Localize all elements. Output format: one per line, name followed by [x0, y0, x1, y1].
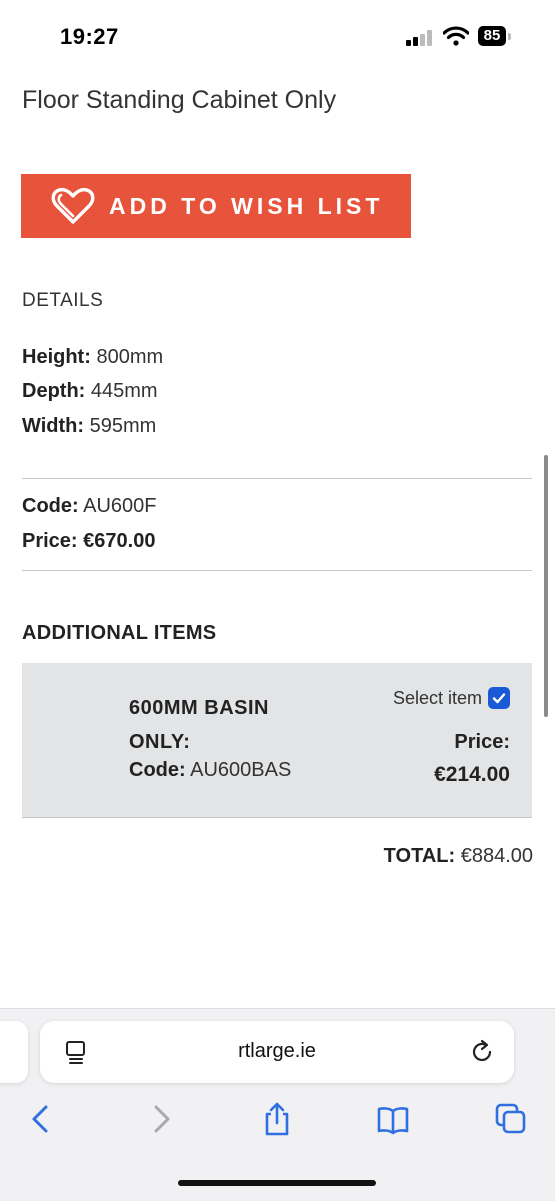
battery-level: 85	[478, 26, 506, 46]
spec-label: Depth:	[22, 380, 86, 402]
item-code-label: Code:	[129, 759, 186, 781]
tabs-icon[interactable]	[494, 1101, 528, 1137]
status-time: 19:27	[60, 24, 119, 49]
item-price: €214.00	[434, 763, 510, 786]
bookmarks-icon[interactable]	[376, 1101, 410, 1137]
code-label: Code:	[22, 495, 79, 517]
product-price: Price: €670.00	[22, 530, 155, 553]
additional-items-heading: ADDITIONAL ITEMS	[22, 622, 217, 644]
heart-icon	[51, 187, 95, 224]
total-label: TOTAL:	[383, 845, 456, 867]
details-heading: DETAILS	[22, 290, 104, 311]
checkmark-icon	[492, 693, 506, 704]
add-to-wishlist-button[interactable]: ADD TO WISH LIST	[21, 174, 411, 238]
item-code-value: AU600BAS	[190, 759, 292, 781]
item-price-label: Price:	[454, 731, 510, 753]
divider	[22, 478, 532, 479]
item-code: Code: AU600BAS	[129, 759, 291, 782]
total-value: €884.00	[460, 845, 533, 867]
address-bar[interactable]: rtlarge.ie	[40, 1021, 514, 1083]
product-code: Code: AU600F	[22, 495, 157, 518]
forward-icon[interactable]	[144, 1101, 178, 1137]
total: TOTAL: €884.00	[384, 845, 533, 868]
reload-icon[interactable]	[468, 1038, 496, 1066]
browser-toolbar: rtlarge.ie	[0, 1008, 555, 1201]
spec-value: 595mm	[89, 415, 157, 437]
select-item-checkbox[interactable]	[488, 687, 510, 709]
spec-label: Width:	[22, 415, 85, 437]
url-text: rtlarge.ie	[238, 1040, 316, 1062]
signal-icon	[406, 30, 434, 46]
divider	[22, 570, 532, 571]
spec-label: Height:	[22, 346, 91, 368]
select-item-label: Select item	[392, 687, 482, 708]
code-value: AU600F	[83, 495, 157, 517]
back-icon[interactable]	[24, 1101, 58, 1137]
share-icon[interactable]	[260, 1101, 294, 1137]
spec-value: 445mm	[90, 380, 158, 402]
select-item-control[interactable]: Select item	[393, 687, 510, 709]
spec-height: Height: 800mm	[22, 346, 163, 369]
previous-tab-preview[interactable]	[0, 1021, 28, 1083]
price-label: Price:	[22, 530, 78, 552]
product-title: Floor Standing Cabinet Only	[22, 86, 337, 114]
spec-width: Width: 595mm	[22, 415, 156, 438]
divider	[22, 817, 532, 818]
item-name: 600MM BASIN ONLY:	[129, 697, 269, 753]
price-value: €670.00	[83, 530, 156, 552]
status-bar: 19:27 85	[0, 0, 555, 72]
wifi-icon	[443, 26, 469, 46]
scrollbar[interactable]	[544, 455, 548, 717]
wishlist-label: ADD TO WISH LIST	[109, 192, 384, 219]
home-indicator[interactable]	[178, 1180, 376, 1186]
additional-item-card: 600MM BASIN ONLY: Code: AU600BAS Select …	[22, 663, 532, 817]
spec-value: 800mm	[96, 346, 164, 368]
battery-icon: 85	[478, 26, 512, 46]
spec-depth: Depth: 445mm	[22, 380, 158, 403]
